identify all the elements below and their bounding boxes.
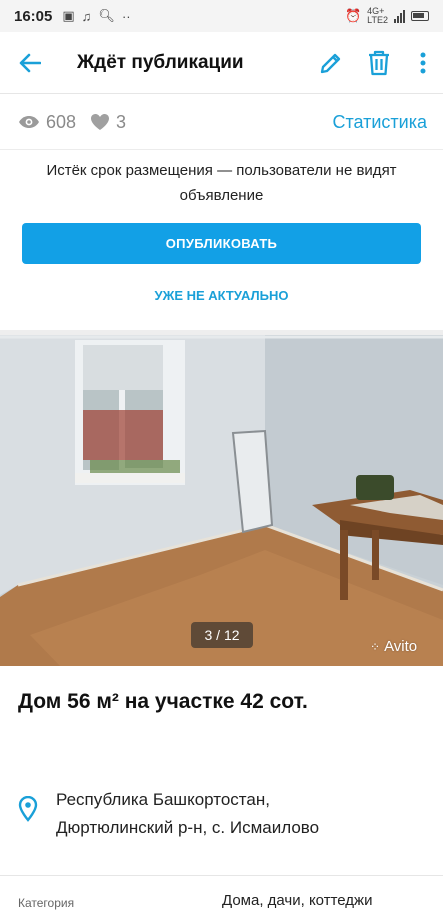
attributes-divider: [0, 875, 443, 876]
eye-icon: [19, 116, 39, 128]
room-image: [0, 335, 443, 666]
music-icon: ♫: [81, 8, 92, 24]
more-dots-icon: ··: [121, 8, 131, 24]
page-title: Ждёт публикации: [77, 51, 244, 73]
listing-title: Дом 56 м² на участке 42 сот.: [18, 690, 308, 713]
heart-icon: [91, 114, 110, 130]
back-button[interactable]: [0, 32, 60, 94]
gallery-icon: ▣: [62, 8, 75, 23]
status-time: 16:05: [14, 7, 53, 25]
publish-button[interactable]: ОПУБЛИКОВАТЬ: [22, 223, 421, 264]
statistics-link[interactable]: Статистика: [332, 112, 427, 133]
not-relevant-button[interactable]: УЖЕ НЕ АКТУАЛЬНО: [22, 278, 421, 314]
avito-watermark: ⁘ Avito: [370, 638, 418, 655]
network-label: 4G+ LTE2: [367, 6, 388, 25]
address-line-region: Республика Башкортостан,: [56, 790, 270, 809]
signal-icon: [394, 9, 405, 23]
edit-pencil-icon: [320, 53, 341, 73]
photo-counter: 3 / 12: [191, 622, 253, 648]
address-line-locality: Дюртюлинский р-н, с. Исмаилово: [56, 818, 320, 837]
attribute-value: Дома, дачи, коттеджи: [222, 892, 373, 909]
delete-button[interactable]: [355, 32, 403, 94]
battery-icon: [411, 11, 429, 21]
alarm-icon: ⏰: [344, 8, 362, 23]
back-arrow-icon: [19, 53, 41, 72]
attribute-key: Категория: [18, 896, 75, 910]
more-button[interactable]: [403, 32, 443, 94]
trash-icon: [369, 50, 389, 75]
views-count: 608: [18, 112, 76, 133]
search-icon: 🔍︎: [98, 8, 115, 23]
listing-photo[interactable]: [0, 335, 443, 666]
likes-count: 3: [90, 112, 126, 133]
more-vert-icon: [420, 52, 426, 73]
edit-button[interactable]: [307, 32, 355, 94]
avito-logo-icon: ⁘: [370, 639, 381, 654]
status-bar: 16:05 ▣ ♫ 🔍︎ ·· ⏰ 4G+ LTE2: [0, 0, 443, 32]
app-bar: Ждёт публикации: [0, 32, 443, 94]
expired-notice: Истёк срок размещения — пользователи не …: [46, 162, 397, 204]
listing-address: Республика Башкортостан, Дюртюлинский р-…: [18, 786, 428, 842]
stats-row: 608 3 Статистика: [0, 95, 443, 150]
location-pin-icon: [18, 795, 38, 822]
